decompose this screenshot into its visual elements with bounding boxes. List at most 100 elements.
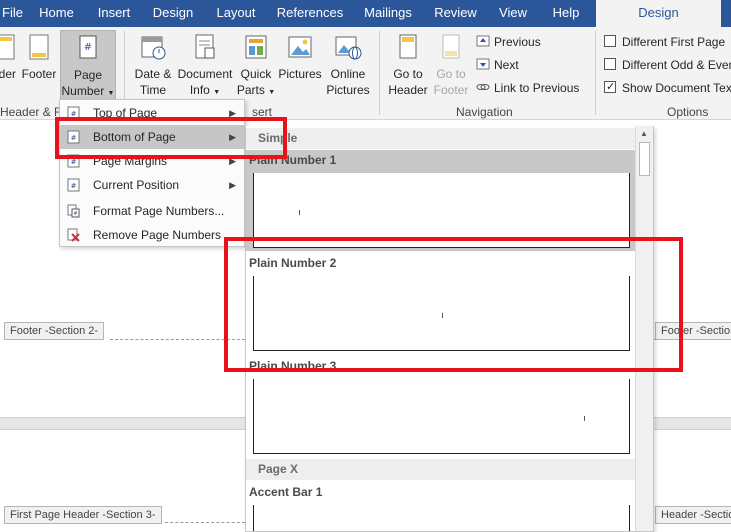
menu-item-current-position[interactable]: # Current Position ▶	[60, 173, 244, 197]
tab-layout[interactable]: Layout	[212, 0, 260, 27]
go-to-header-icon	[399, 34, 417, 59]
go-to-footer-label-line2: Footer	[433, 83, 469, 97]
tab-view[interactable]: View	[495, 0, 531, 27]
different-odd-even-checkbox[interactable]: Different Odd & Even	[604, 57, 731, 73]
page-number-marker	[299, 210, 300, 215]
annotation-highlight-bottom-of-page	[55, 117, 287, 159]
picture-icon	[288, 36, 312, 58]
next-label: Next	[494, 58, 519, 72]
document-info-label-line1: Document	[177, 67, 233, 81]
gallery-item-plain-number-3[interactable]	[253, 379, 630, 454]
footer-icon	[29, 34, 49, 60]
group-label-options: Options	[667, 105, 709, 119]
footer-section-tag-left: Footer -Section 2-	[4, 322, 105, 340]
previous-icon	[476, 35, 490, 47]
tab-help[interactable]: Help	[547, 0, 585, 27]
online-picture-icon	[335, 36, 362, 60]
gallery-item-title: Accent Bar 1	[249, 485, 323, 499]
calendar-icon	[141, 36, 166, 60]
page-number-button[interactable]: # Page Number ▼	[60, 30, 116, 100]
header-button-label: ader	[0, 67, 17, 81]
svg-text:#: #	[84, 42, 92, 53]
go-to-header-label-line2: Header	[388, 83, 428, 97]
link-to-previous-label: Link to Previous	[494, 81, 580, 95]
go-to-footer-label-line1: Go to	[436, 67, 466, 81]
footer-button[interactable]: Footer	[20, 32, 58, 82]
menu-item-remove-page-numbers[interactable]: Remove Page Numbers	[60, 223, 244, 247]
different-first-page-label: Different First Page	[622, 35, 726, 49]
date-time-label-line2: Time	[139, 83, 167, 97]
previous-button[interactable]: Previous	[476, 34, 541, 50]
different-odd-even-label: Different Odd & Even	[622, 58, 731, 72]
ribbon-tab-bar: File Home Insert Design Layout Reference…	[0, 0, 731, 27]
page-number-icon: #	[67, 178, 80, 192]
date-time-label-line1: Date &	[134, 67, 172, 81]
show-document-text-label: Show Document Text	[622, 81, 731, 95]
page-number-marker	[584, 416, 585, 421]
chevron-down-icon: ▼	[268, 89, 276, 96]
quick-parts-label-line1: Quick	[240, 67, 272, 81]
show-document-text-checkbox[interactable]: Show Document Text	[604, 79, 731, 96]
svg-text:#: #	[71, 182, 77, 190]
header-icon	[0, 34, 15, 60]
pictures-label: Pictures	[278, 67, 322, 81]
svg-text:#: #	[73, 211, 77, 217]
svg-text:#: #	[71, 158, 77, 166]
quick-parts-button[interactable]: Quick Parts ▼	[235, 32, 277, 101]
footer-button-label: Footer	[21, 67, 57, 81]
link-to-previous-button[interactable]: Link to Previous	[476, 80, 579, 96]
online-pictures-label-line2: Pictures	[326, 83, 370, 97]
scrollbar-thumb[interactable]	[639, 142, 650, 176]
gallery-section-page-x: Page X	[246, 459, 636, 480]
tab-mailings[interactable]: Mailings	[360, 0, 416, 27]
gallery-item-accent-bar-1[interactable]	[253, 505, 630, 531]
next-icon	[476, 58, 490, 70]
page-number-label-line1: Page	[73, 68, 103, 82]
link-icon	[476, 84, 490, 90]
online-pictures-button[interactable]: Online Pictures	[323, 32, 373, 98]
tab-references[interactable]: References	[276, 0, 344, 27]
gallery-section-simple: Simple	[246, 128, 636, 149]
tab-header-footer-design[interactable]: Design	[596, 0, 721, 27]
online-pictures-label-line1: Online	[330, 67, 366, 81]
pictures-button[interactable]: Pictures	[277, 32, 323, 82]
previous-label: Previous	[494, 35, 541, 49]
chevron-down-icon: ▼	[107, 90, 115, 97]
go-to-header-label-line1: Go to	[393, 67, 423, 81]
document-info-icon	[195, 34, 215, 59]
checkbox-box-checked	[604, 79, 616, 95]
checkbox-box	[604, 58, 616, 70]
chevron-down-icon: ▼	[213, 89, 221, 96]
submenu-arrow-icon: ▶	[229, 180, 236, 190]
header-section-tag-right: Header -Sectio	[655, 506, 731, 524]
remove-page-numbers-icon	[67, 228, 80, 242]
format-page-numbers-icon: #	[67, 204, 80, 218]
menu-item-format-page-numbers[interactable]: # Format Page Numbers...	[60, 199, 244, 223]
tab-home[interactable]: Home	[34, 0, 79, 27]
ribbon-separator	[595, 31, 596, 115]
date-time-button[interactable]: Date & Time	[131, 32, 175, 98]
document-info-button[interactable]: Document Info ▼	[175, 32, 235, 101]
header-boundary-line	[165, 522, 245, 523]
go-to-header-button[interactable]: Go to Header	[386, 32, 430, 98]
menu-item-label: Format Page Numbers...	[93, 204, 225, 218]
annotation-highlight-plain-number-2	[224, 237, 683, 372]
menu-item-label: Current Position	[93, 178, 180, 192]
header-button[interactable]: ader	[0, 32, 18, 82]
group-label-navigation: Navigation	[456, 105, 513, 119]
different-first-page-checkbox[interactable]: Different First Page	[604, 34, 725, 50]
go-to-footer-button[interactable]: Go to Footer	[430, 32, 472, 98]
quick-parts-icon	[245, 35, 267, 59]
tab-review[interactable]: Review	[431, 0, 480, 27]
ribbon-separator	[379, 31, 380, 115]
scroll-up-arrow-icon[interactable]: ▲	[640, 129, 648, 138]
tab-file[interactable]: File	[0, 0, 30, 27]
menu-item-label: Remove Page Numbers	[93, 228, 222, 242]
page-number-icon: #	[79, 35, 97, 59]
first-page-header-tag-left: First Page Header -Section 3-	[4, 506, 162, 524]
tab-design[interactable]: Design	[150, 0, 196, 27]
tab-insert[interactable]: Insert	[93, 0, 135, 27]
group-label-header-footer: Header & F	[0, 105, 62, 119]
go-to-footer-icon	[442, 34, 460, 59]
next-button[interactable]: Next	[476, 57, 519, 73]
